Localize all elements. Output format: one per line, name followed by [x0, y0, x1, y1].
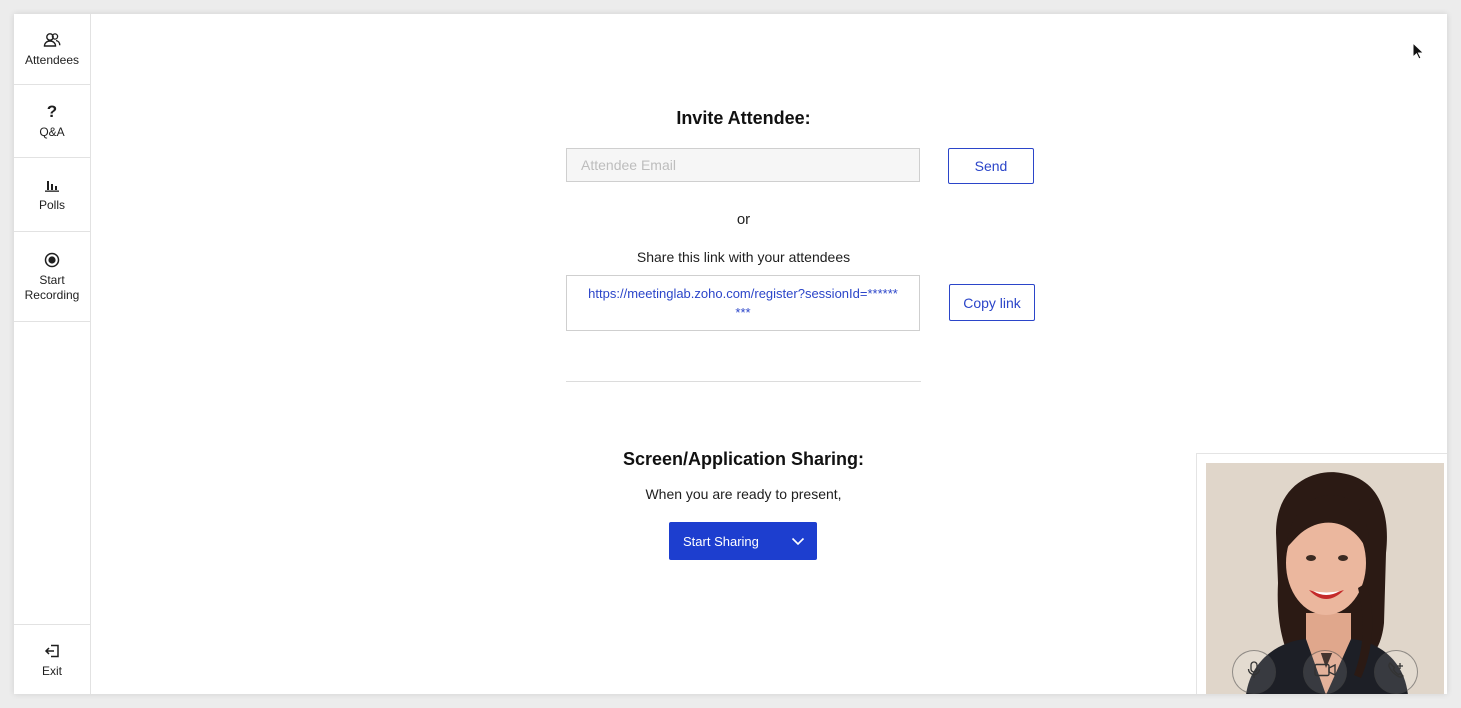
send-button[interactable]: Send [948, 148, 1034, 184]
sidebar-item-qa[interactable]: ? Q&A [14, 85, 90, 158]
share-link-text[interactable]: https://meetinglab.zoho.com/register?ses… [587, 284, 899, 322]
attendees-icon [43, 31, 61, 49]
invite-title: Invite Attendee: [676, 108, 811, 128]
sidebar: Attendees ? Q&A Polls Start Recording Ex… [14, 14, 91, 694]
app-window: Attendees ? Q&A Polls Start Recording Ex… [14, 14, 1447, 694]
start-sharing-button[interactable]: Start Sharing [669, 522, 817, 560]
copy-link-button[interactable]: Copy link [949, 284, 1035, 321]
question-icon: ? [46, 102, 58, 121]
section-divider [566, 381, 921, 382]
sidebar-item-label: Exit [41, 663, 62, 678]
share-link-label: Share this link with your attendees [636, 249, 851, 265]
or-separator-text: or [736, 211, 751, 228]
phone-add-icon [1387, 661, 1405, 684]
sharing-title: Screen/Application Sharing: [622, 449, 865, 469]
sidebar-item-label: Start Recording [24, 272, 80, 302]
microphone-icon [1247, 660, 1261, 684]
sidebar-item-start-recording[interactable]: Start Recording [14, 232, 90, 322]
share-link-box[interactable]: https://meetinglab.zoho.com/register?ses… [566, 275, 920, 331]
video-camera-icon [1314, 663, 1336, 682]
sidebar-item-exit[interactable]: Exit [14, 624, 90, 694]
participant-video [1206, 463, 1444, 694]
exit-icon [44, 642, 60, 660]
phone-button[interactable] [1374, 650, 1418, 694]
self-video-panel [1196, 453, 1447, 694]
poll-chart-icon [45, 176, 59, 194]
chevron-down-icon[interactable] [779, 537, 817, 546]
start-sharing-label: Start Sharing [683, 533, 759, 549]
microphone-button[interactable] [1232, 650, 1276, 694]
sidebar-item-label: Attendees [24, 52, 80, 67]
sidebar-item-label: Polls [38, 198, 65, 212]
sidebar-item-label: Q&A [39, 124, 65, 139]
record-icon [44, 251, 60, 269]
sidebar-item-polls[interactable]: Polls [14, 158, 90, 232]
sharing-subtitle: When you are ready to present, [645, 486, 842, 502]
attendee-email-input[interactable] [566, 148, 920, 182]
mouse-cursor [1412, 41, 1425, 65]
sidebar-item-attendees[interactable]: Attendees [14, 14, 90, 85]
video-camera-button[interactable] [1303, 650, 1347, 694]
